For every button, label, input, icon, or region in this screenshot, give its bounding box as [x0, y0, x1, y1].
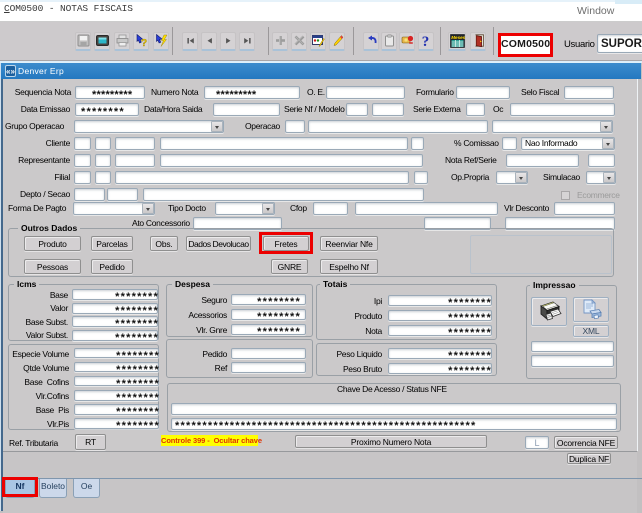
svg-text:Meses: Meses: [451, 35, 465, 40]
svg-text:?: ?: [421, 34, 429, 47]
svg-text:?: ?: [141, 38, 147, 47]
